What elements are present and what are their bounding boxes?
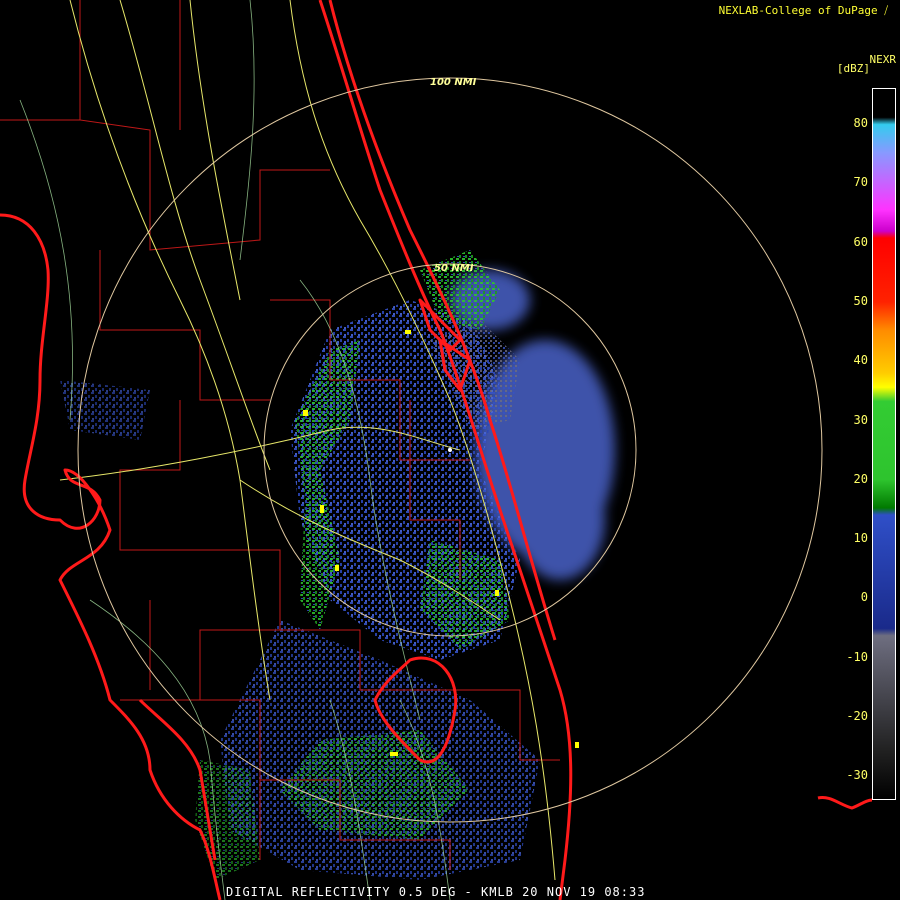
radar-map: 100 NMI 50 NMI (0, 0, 873, 900)
cod-logo-icon: ⧸ (884, 4, 888, 17)
dbz-tick-label: 10 (853, 531, 868, 546)
dbz-tick-label: -20 (846, 709, 868, 723)
dbz-tick-label: 50 (853, 293, 868, 308)
dbz-tick-label: -30 (846, 768, 868, 783)
dbz-tick-label: 80 (853, 116, 868, 130)
dbz-tick-label: 60 (853, 234, 868, 249)
dbz-tick-label: 40 (853, 353, 868, 368)
range-ring-label-100: 100 NMI (430, 77, 477, 88)
dbz-tick-label: -10 (846, 649, 868, 664)
footer-caption: DIGITAL REFLECTIVITY 0.5 DEG - KMLB 20 N… (226, 885, 646, 899)
dbz-colorbar (872, 88, 896, 800)
credit-label: NEXLAB-College of DuPage (718, 4, 878, 17)
credit-text: NEXLAB-College of DuPage ⧸ (719, 4, 888, 18)
dbz-tick-label: 20 (853, 471, 868, 486)
dbz-tick-label: 0 (860, 590, 868, 605)
dbz-tick-label: 70 (853, 175, 868, 190)
product-label: NEXR (869, 53, 897, 66)
unit-label: [dBZ] (836, 62, 870, 75)
radar-site-marker (448, 448, 452, 452)
range-ring-label-50: 50 NMI (434, 263, 474, 274)
dbz-tick-label: 30 (853, 412, 868, 427)
